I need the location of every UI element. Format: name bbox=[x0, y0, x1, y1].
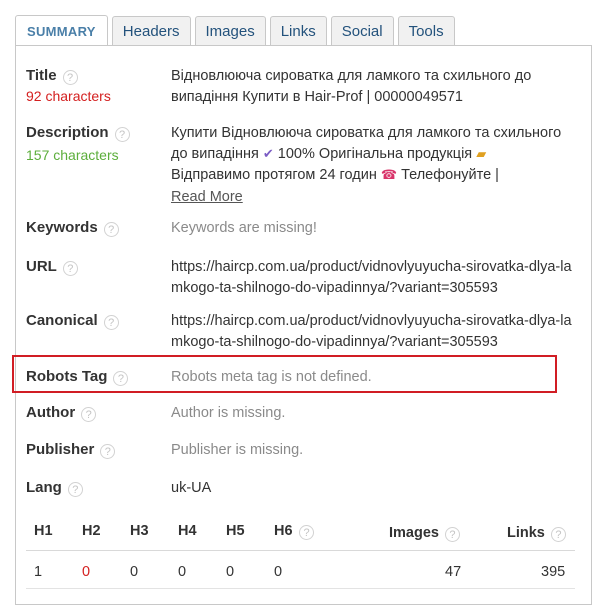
robots-row: Robots Tag ? Robots meta tag is not defi… bbox=[26, 367, 581, 389]
lang-label-wrap: Lang ? bbox=[26, 478, 83, 497]
phone-icon: ☎ bbox=[380, 168, 398, 183]
keywords-row: Keywords ? Keywords are missing! bbox=[26, 218, 581, 240]
h5-header: H5 bbox=[226, 523, 245, 539]
links-count: 395 bbox=[541, 564, 566, 580]
canonical-row: Canonical ? https://haircp.com.ua/produc… bbox=[26, 311, 581, 353]
description-line-3a: Відправимо протягом 24 годин bbox=[171, 167, 377, 183]
h4-count: 0 bbox=[178, 564, 187, 580]
title-row: Title ? 92 characters Відновлююча сирова… bbox=[26, 66, 581, 110]
h1-header: H1 bbox=[34, 523, 53, 539]
description-line-1: Купити Відновлююча сироватка для ламкого… bbox=[171, 125, 562, 141]
canonical-value: https://haircp.com.ua/product/vidnovlyuy… bbox=[171, 313, 572, 350]
h2-header: H2 bbox=[82, 523, 101, 539]
links-label: Links bbox=[507, 524, 545, 541]
help-icon[interactable]: ? bbox=[114, 127, 130, 142]
help-icon[interactable]: ? bbox=[67, 482, 83, 497]
author-row: Author ? Author is missing. bbox=[26, 403, 581, 425]
images-label: Images bbox=[389, 524, 439, 541]
description-line-3b: Телефонуйте | bbox=[401, 167, 499, 183]
help-icon[interactable]: ? bbox=[299, 525, 314, 540]
robots-value: Robots meta tag is not defined. bbox=[171, 369, 372, 385]
description-label-wrap: Description ? bbox=[26, 123, 130, 142]
description-row: Description ? 157 characters Купити Відн… bbox=[26, 123, 581, 205]
robots-label-wrap: Robots Tag ? bbox=[26, 367, 129, 386]
tab-social[interactable]: Social bbox=[330, 16, 394, 45]
help-icon[interactable]: ? bbox=[62, 261, 78, 276]
images-count: 47 bbox=[445, 564, 462, 580]
help-icon[interactable]: ? bbox=[103, 315, 119, 330]
robots-label: Robots Tag bbox=[26, 368, 108, 385]
h4-header: H4 bbox=[178, 523, 197, 539]
lang-label: Lang bbox=[26, 479, 62, 496]
description-line-2: до випадіння ✔ 100% Оригінальна продукці… bbox=[171, 144, 581, 166]
title-label: Title bbox=[26, 67, 57, 84]
description-line-3: Відправимо протягом 24 годин ☎ Телефонуй… bbox=[171, 165, 581, 187]
images-header: Images ? bbox=[389, 523, 460, 542]
help-icon[interactable]: ? bbox=[550, 527, 566, 542]
publisher-row: Publisher ? Publisher is missing. bbox=[26, 440, 581, 462]
help-icon[interactable]: ? bbox=[444, 527, 460, 542]
links-header: Links ? bbox=[507, 523, 566, 542]
h1-count: 1 bbox=[34, 564, 43, 580]
bottom-divider bbox=[26, 588, 575, 589]
keywords-label: Keywords bbox=[26, 219, 98, 236]
lang-row: Lang ? uk-UA bbox=[26, 478, 581, 500]
check-icon: ✔ bbox=[262, 146, 274, 162]
h6-header: H6 bbox=[274, 523, 293, 539]
description-line-2a: до випадіння bbox=[171, 145, 259, 162]
publisher-label: Publisher bbox=[26, 441, 95, 458]
help-icon[interactable]: ? bbox=[103, 222, 119, 237]
tab-headers[interactable]: Headers bbox=[111, 16, 191, 45]
url-label: URL bbox=[26, 258, 57, 275]
tab-summary[interactable]: SUMMARY bbox=[15, 15, 108, 46]
truck-icon: ▰ bbox=[476, 146, 487, 162]
lang-value: uk-UA bbox=[171, 480, 212, 496]
description-char-count: 157 characters bbox=[26, 147, 119, 163]
keywords-value: Keywords are missing! bbox=[171, 220, 317, 236]
tab-images[interactable]: Images bbox=[194, 16, 266, 45]
canonical-label: Canonical bbox=[26, 312, 98, 329]
description-value: Купити Відновлююча сироватка для ламкого… bbox=[171, 123, 581, 207]
h2-count: 0 bbox=[82, 564, 91, 580]
title-label-wrap: Title ? bbox=[26, 66, 78, 85]
title-value: Відновлююча сироватка для ламкого та схи… bbox=[171, 68, 532, 105]
h6-count: 0 bbox=[274, 564, 283, 580]
h5-count: 0 bbox=[226, 564, 235, 580]
help-icon[interactable]: ? bbox=[62, 70, 78, 85]
counts-divider bbox=[26, 550, 575, 551]
tab-links[interactable]: Links bbox=[269, 16, 327, 45]
tab-bar: SUMMARY Headers Images Links Social Tool… bbox=[15, 15, 455, 46]
publisher-value: Publisher is missing. bbox=[171, 442, 304, 458]
tab-tools[interactable]: Tools bbox=[397, 16, 455, 45]
author-value: Author is missing. bbox=[171, 405, 286, 421]
h3-count: 0 bbox=[130, 564, 139, 580]
read-more-link[interactable]: Read More bbox=[171, 187, 581, 208]
help-icon[interactable]: ? bbox=[113, 371, 129, 386]
publisher-label-wrap: Publisher ? bbox=[26, 440, 116, 459]
description-label: Description bbox=[26, 124, 109, 141]
help-icon[interactable]: ? bbox=[81, 407, 97, 422]
url-label-wrap: URL ? bbox=[26, 257, 78, 276]
title-char-count: 92 characters bbox=[26, 88, 111, 104]
url-value: https://haircp.com.ua/product/vidnovlyuy… bbox=[171, 259, 572, 296]
canonical-label-wrap: Canonical ? bbox=[26, 311, 119, 330]
description-line-2b: 100% Оригінальна продукція bbox=[277, 145, 473, 162]
keywords-label-wrap: Keywords ? bbox=[26, 218, 119, 237]
author-label: Author bbox=[26, 404, 76, 421]
author-label-wrap: Author ? bbox=[26, 403, 97, 422]
h3-header: H3 bbox=[130, 523, 149, 539]
url-row: URL ? https://haircp.com.ua/product/vidn… bbox=[26, 257, 581, 299]
help-icon[interactable]: ? bbox=[100, 444, 116, 459]
